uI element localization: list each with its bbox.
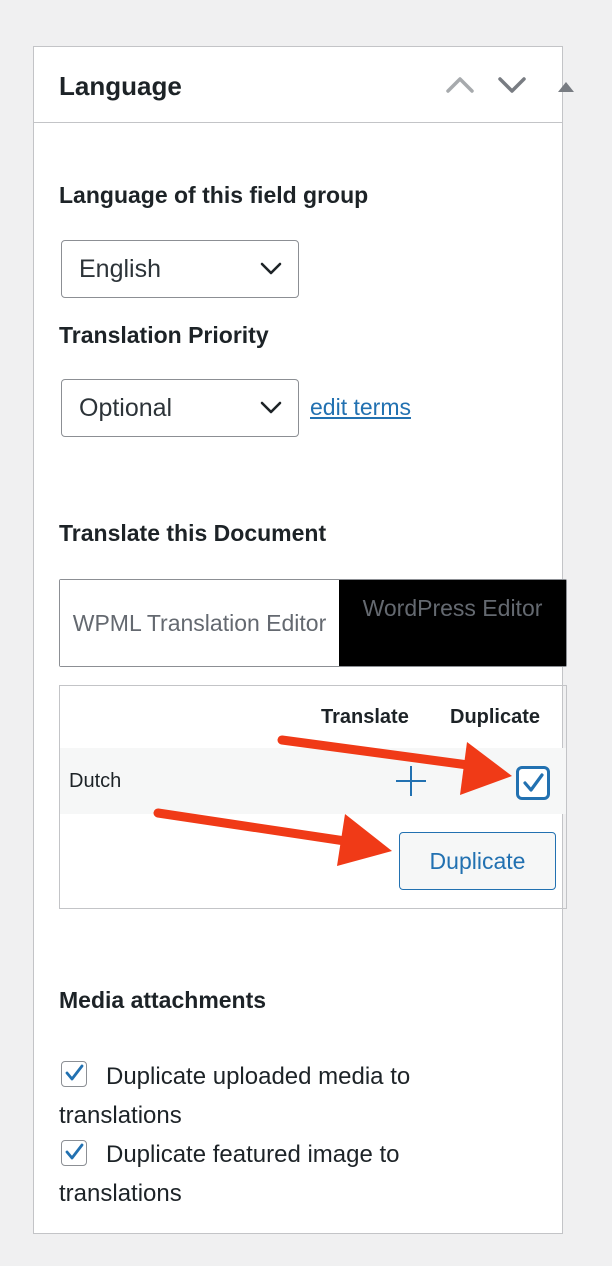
edit-terms-link[interactable]: edit terms — [310, 394, 411, 421]
translate-document-label: Translate this Document — [59, 520, 327, 546]
checkmark-icon — [65, 1143, 84, 1160]
tab-wordpress-editor[interactable]: WordPress Editor — [339, 580, 566, 666]
media-option-label: translations — [59, 1102, 182, 1129]
translation-priority-select[interactable]: Optional — [61, 379, 299, 437]
checkmark-icon — [523, 773, 544, 792]
translation-priority-label: Translation Priority — [59, 322, 269, 348]
chevron-down-icon — [260, 401, 282, 414]
checkmark-icon — [65, 1064, 84, 1081]
language-name: Dutch — [69, 770, 122, 792]
triangle-up-icon — [558, 82, 574, 92]
chevron-down-icon — [498, 77, 526, 93]
duplicate-button[interactable]: Duplicate — [399, 832, 556, 890]
editor-tabs: WPML Translation Editor WordPress Editor — [59, 579, 567, 667]
move-down-button[interactable] — [494, 65, 530, 105]
duplicate-featured-image-checkbox[interactable] — [61, 1140, 87, 1166]
field-group-language-label: Language of this field group — [59, 182, 369, 208]
toggle-panel-button[interactable] — [548, 65, 584, 105]
translations-table: Translate Duplicate Dutch Duplicate — [59, 685, 567, 909]
plus-icon — [396, 766, 426, 796]
table-row: Dutch — [60, 748, 566, 814]
metabox-header: Language — [34, 47, 574, 123]
media-option-label: translations — [59, 1180, 182, 1207]
column-header-translate: Translate — [321, 706, 409, 728]
select-value: English — [79, 255, 161, 283]
field-group-language-select[interactable]: English — [61, 240, 299, 298]
column-header-duplicate: Duplicate — [450, 706, 541, 728]
media-option-label: Duplicate featured image to — [106, 1141, 400, 1168]
duplicate-checkbox[interactable] — [516, 766, 550, 800]
select-value: Optional — [79, 394, 173, 422]
move-up-button[interactable] — [442, 65, 478, 105]
tab-wpml-translation-editor[interactable]: WPML Translation Editor — [60, 580, 339, 666]
chevron-down-icon — [260, 262, 282, 275]
language-metabox: Language Language of this field group En… — [33, 46, 574, 1234]
chevron-up-icon — [446, 77, 474, 93]
metabox-title: Language — [59, 71, 182, 101]
add-translation-button[interactable] — [394, 764, 428, 798]
duplicate-uploaded-media-checkbox[interactable] — [61, 1061, 87, 1087]
media-option-label: Duplicate uploaded media to — [106, 1063, 411, 1090]
media-attachments-label: Media attachments — [59, 987, 267, 1013]
